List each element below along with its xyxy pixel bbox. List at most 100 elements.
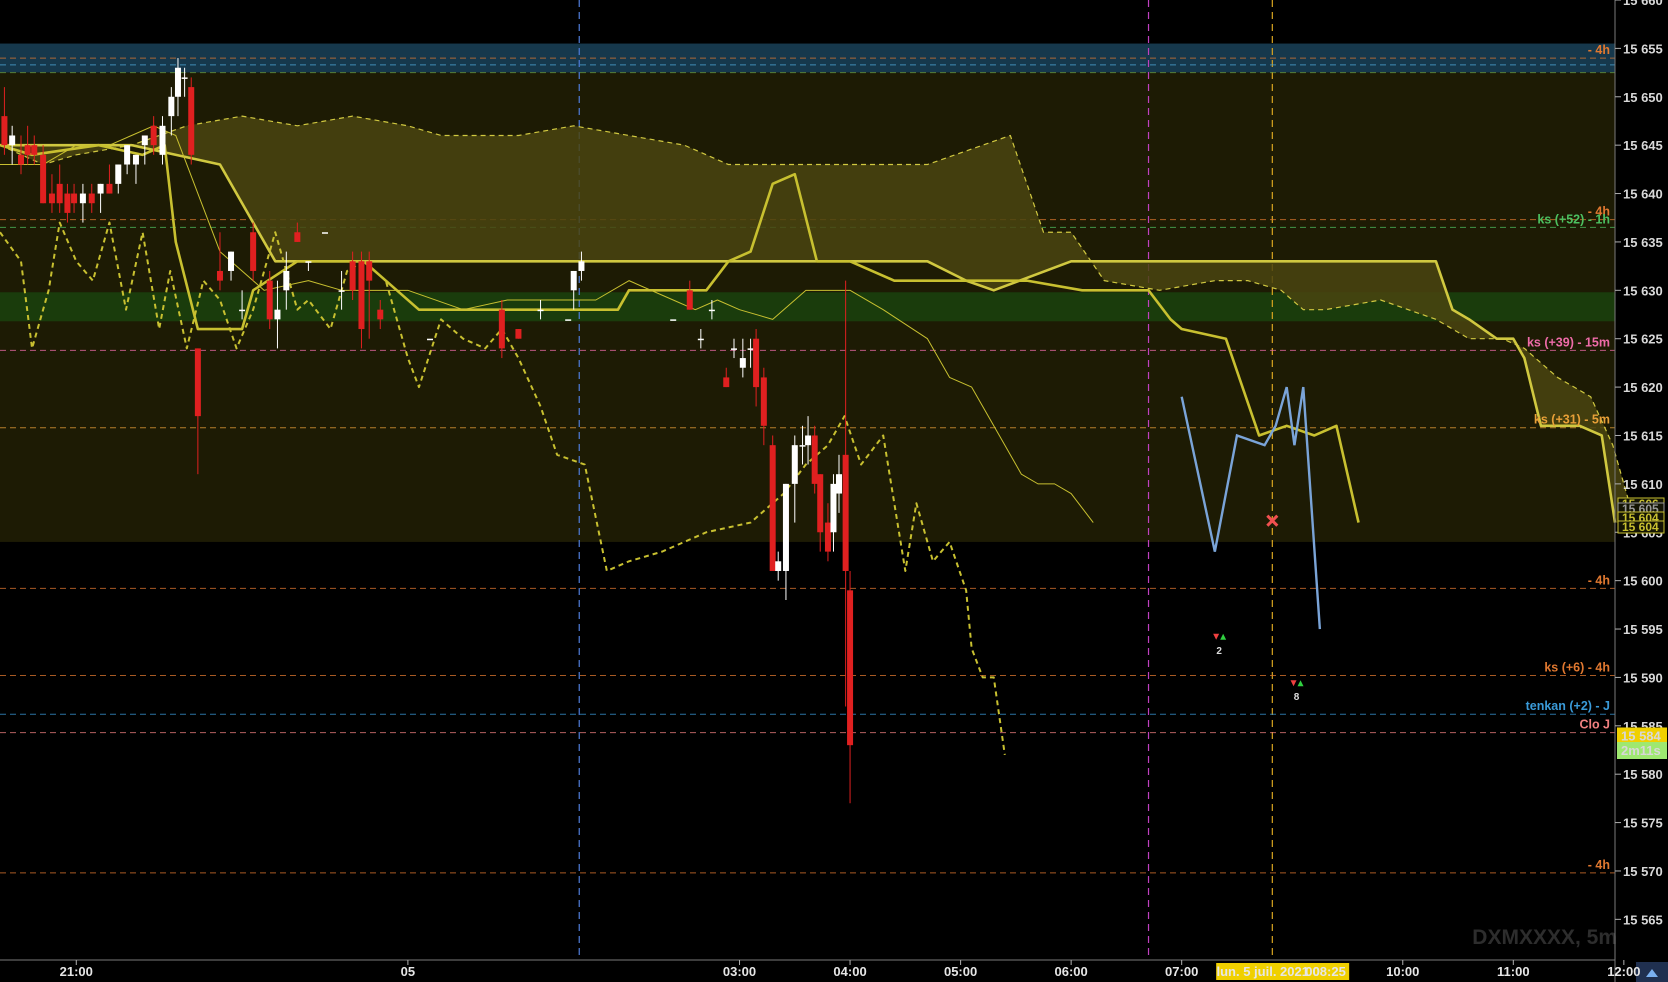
candle-body-12 (97, 183, 104, 194)
candle-body-28 (250, 232, 257, 271)
candle-body-35 (338, 290, 345, 292)
price-tick-label-10: 15 615 (1623, 428, 1663, 443)
candle-body-60 (791, 445, 798, 484)
time-cursor-label: lun. 5 juil. 2021 08:25 (1216, 964, 1345, 979)
candle-body-7 (56, 183, 63, 204)
mini-tag-label-3: 15 604 (1622, 520, 1659, 534)
candle-body-21 (174, 67, 181, 97)
candle-body-50 (708, 309, 715, 312)
candle-body-6 (48, 193, 55, 204)
candle-body-66 (830, 483, 837, 533)
candle-body-26 (228, 251, 235, 271)
candle-body-16 (132, 154, 139, 165)
price-tick-label-13: 15 630 (1623, 283, 1663, 298)
candle-body-25 (216, 270, 223, 281)
candle-body-0 (1, 116, 8, 146)
candle-body-20 (168, 96, 175, 117)
candle-body-31 (283, 270, 290, 291)
signal-count-0: 2 (1216, 646, 1222, 657)
time-tick-label-0: 21:00 (60, 964, 93, 979)
candle-body-69 (847, 590, 854, 746)
price-tick-label-1: 15 570 (1623, 864, 1663, 879)
candle-body-62 (805, 435, 812, 446)
candle-body-30 (274, 309, 281, 320)
price-tick-label-18: 15 655 (1623, 41, 1663, 56)
candle-body-24 (194, 348, 201, 417)
price-level-label-6: ks (+31) - 5m (1534, 413, 1610, 427)
price-tick-label-14: 15 635 (1623, 235, 1663, 250)
candle-body-18 (150, 125, 157, 146)
candle-body-52 (730, 348, 737, 350)
candle-body-65 (824, 522, 831, 552)
candle-body-58 (775, 561, 782, 571)
price-tick-label-17: 15 650 (1623, 90, 1663, 105)
time-tick-label-7: 10:00 (1386, 964, 1419, 979)
candle-body-3 (24, 145, 31, 155)
candle-body-48 (686, 290, 693, 310)
candle-body-46 (578, 261, 585, 271)
price-level-label-10: Clo J (1579, 718, 1610, 732)
candle-body-49 (697, 338, 704, 341)
time-tick-label-1: 05 (401, 964, 415, 979)
candle-body-14 (115, 164, 122, 184)
candle-body-67 (836, 474, 843, 494)
time-tick-label-8: 11:00 (1497, 964, 1530, 979)
price-level-label-0: - 4h (1588, 43, 1610, 57)
candle-body-44 (565, 319, 572, 321)
candle-body-34 (321, 232, 328, 234)
candle-body-23 (188, 87, 195, 155)
candle-body-1 (9, 135, 16, 146)
candle-body-33 (305, 261, 312, 263)
candle-body-57 (769, 445, 776, 571)
price-tick-label-16: 15 645 (1623, 138, 1663, 153)
candle-body-10 (79, 193, 86, 204)
trading-chart[interactable]: 2 8 - 4h - 4h ks (+52) - 1h ks (+39) - 15m ks… (0, 0, 1668, 982)
candle-body-61 (799, 445, 806, 447)
price-tick-label-12: 15 625 (1623, 332, 1663, 347)
price-level-label-7: - 4h (1588, 573, 1610, 587)
symbol-watermark: DXMXXXX, 5m (1472, 926, 1617, 949)
price-level-label-11: - 4h (1588, 858, 1610, 872)
candle-body-64 (817, 474, 824, 533)
time-tick-label-partial: 00 (1305, 964, 1319, 979)
candle-body-43 (537, 309, 544, 312)
time-tick-label-4: 05:00 (944, 964, 977, 979)
candle-body-63 (811, 435, 818, 484)
candle-body-45 (570, 270, 577, 291)
time-tick-label-5: 06:00 (1055, 964, 1088, 979)
candle-body-17 (141, 135, 148, 146)
price-tick-label-0: 15 565 (1623, 912, 1663, 927)
price-level-label-4: ks (+52) - 1h (1537, 212, 1610, 226)
price-tick-label-2: 15 575 (1623, 816, 1663, 831)
signal-count-1: 8 (1294, 692, 1300, 703)
candle-body-51 (723, 377, 730, 388)
price-tag-label-1: 2m11s (1621, 743, 1661, 758)
price-tick-label-6: 15 595 (1623, 622, 1663, 637)
candle-body-47 (670, 319, 677, 321)
candle-body-59 (782, 483, 789, 571)
price-level-label-5: ks (+39) - 15m (1527, 335, 1610, 349)
candle-body-5 (40, 154, 47, 204)
candle-body-53 (739, 358, 746, 368)
candle-body-37 (358, 261, 365, 330)
candle-body-55 (753, 338, 760, 388)
time-tick-label-3: 04:00 (833, 964, 866, 979)
candle-body-22 (181, 77, 188, 79)
price-tick-label-3: 15 580 (1623, 767, 1663, 782)
price-level-label-9: tenkan (+2) - J (1526, 699, 1610, 713)
time-tick-label-2: 03:00 (723, 964, 756, 979)
candle-body-42 (515, 329, 522, 339)
candle-body-36 (349, 261, 356, 291)
price-tick-label-5: 15 590 (1623, 670, 1663, 685)
candle-body-41 (498, 309, 505, 349)
price-tick-label-19: 15 660 (1623, 0, 1663, 8)
price-tick-label-7: 15 600 (1623, 574, 1663, 589)
candle-body-4 (31, 145, 38, 155)
candle-body-29 (266, 280, 273, 320)
candle-body-13 (106, 183, 113, 194)
price-tick-label-11: 15 620 (1623, 380, 1663, 395)
candle-body-19 (159, 125, 166, 155)
price-tick-label-9: 15 610 (1623, 477, 1663, 492)
time-tick-label-9: 12:00 (1607, 964, 1640, 979)
candle-body-9 (71, 193, 78, 204)
